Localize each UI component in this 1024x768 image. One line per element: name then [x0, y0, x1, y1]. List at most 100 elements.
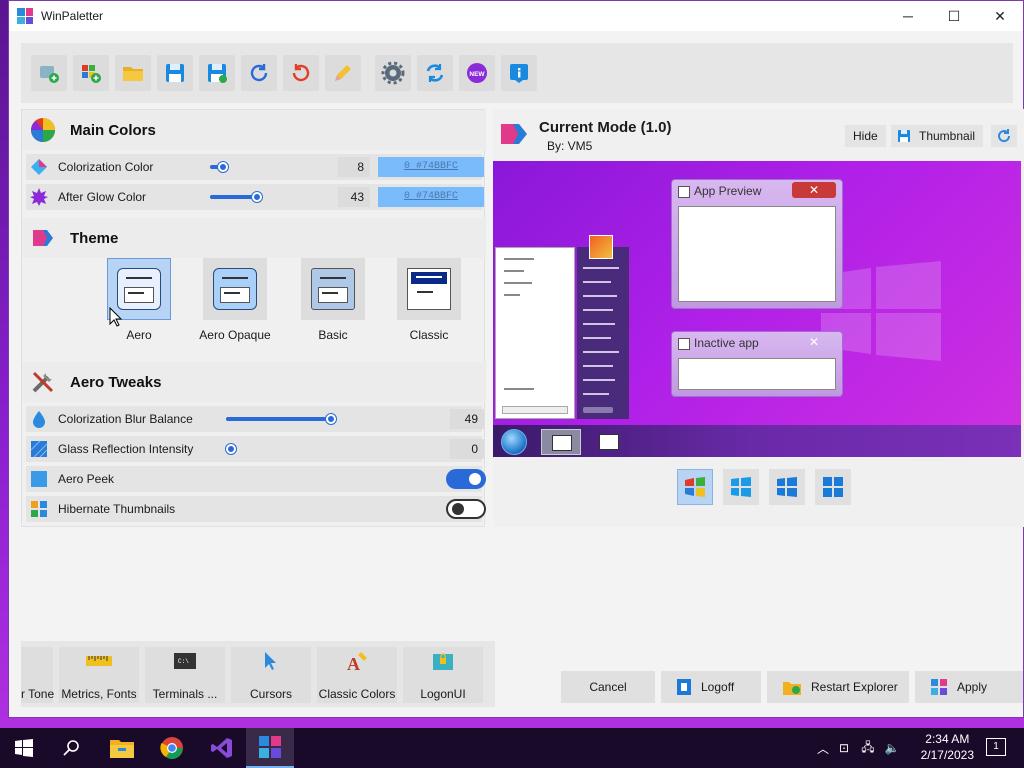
- hide-button[interactable]: Hide: [845, 125, 886, 147]
- notification-center-button[interactable]: 1: [986, 738, 1006, 756]
- after-glow-value[interactable]: 43: [338, 187, 370, 207]
- colorization-slider-knob[interactable]: [218, 162, 228, 172]
- new-from-default-button[interactable]: [73, 55, 109, 91]
- colorization-slider[interactable]: [210, 162, 228, 172]
- after-glow-slider-knob[interactable]: [252, 192, 262, 202]
- visual-studio-icon: [211, 738, 232, 758]
- clock[interactable]: 2:34 AM 2/17/2023: [921, 731, 974, 763]
- save-as-icon: [208, 64, 227, 83]
- after-glow-slider[interactable]: [210, 192, 262, 202]
- file-explorer-button[interactable]: [98, 728, 146, 768]
- save-as-button[interactable]: [199, 55, 235, 91]
- preview-start-menu-left: [495, 247, 575, 419]
- windows-10-style-button[interactable]: [769, 469, 805, 505]
- app-preview-window: App Preview ✕: [671, 179, 843, 309]
- chrome-button[interactable]: [148, 728, 196, 768]
- glass-reflection-value[interactable]: 0: [450, 439, 484, 459]
- mouse-cursor-icon: [109, 307, 123, 327]
- start-button[interactable]: [0, 728, 48, 768]
- tab-cursors-label: Cursors: [249, 687, 292, 701]
- volume-icon[interactable]: 🔈: [880, 741, 904, 755]
- theme-aero[interactable]: Aero: [94, 258, 184, 342]
- network-icon[interactable]: 🖧: [856, 738, 880, 759]
- tab-classic-colors[interactable]: A Classic Colors: [317, 647, 397, 703]
- apply-label: Apply: [957, 680, 988, 694]
- after-glow-color-picker[interactable]: 0 #74BBFC: [378, 187, 484, 207]
- whats-new-button[interactable]: NEW: [459, 55, 495, 91]
- glass-reflection-icon: [30, 440, 48, 458]
- toolbar: NEW: [21, 43, 1013, 103]
- theme-title: Theme: [70, 229, 119, 247]
- theme-preview: App Preview ✕ Inactive app ✕: [493, 161, 1021, 457]
- glass-reflection-slider-knob[interactable]: [226, 444, 236, 454]
- folder-icon: [123, 67, 143, 81]
- search-button[interactable]: [48, 728, 96, 768]
- app-preview-title: App Preview: [694, 184, 762, 198]
- tab-color-tone-label: r Tone: [21, 687, 55, 701]
- theme-basic-label: Basic: [318, 328, 348, 342]
- windows-7-style-button[interactable]: [677, 469, 713, 505]
- open-button[interactable]: [115, 55, 151, 91]
- new-from-current-button[interactable]: [31, 55, 67, 91]
- main-colors-title: Main Colors: [70, 121, 156, 139]
- thumbnail-button[interactable]: Thumbnail: [891, 125, 983, 147]
- theme-basic-thumbnail[interactable]: [301, 258, 365, 320]
- theme-classic[interactable]: Classic: [384, 258, 474, 342]
- glass-reflection-slider[interactable]: [226, 444, 236, 454]
- current-mode-title: Current Mode (1.0): [539, 119, 672, 136]
- apply-button[interactable]: Apply: [915, 671, 1023, 703]
- windows-8-style-button[interactable]: [723, 469, 759, 505]
- windows-11-style-button[interactable]: [815, 469, 851, 505]
- sync-button[interactable]: [417, 55, 453, 91]
- aero-tweaks-header: Aero Tweaks: [22, 362, 486, 402]
- windows-11-logo-icon: [823, 477, 843, 497]
- theme-header: Theme: [22, 218, 486, 258]
- theme-aero-opaque[interactable]: Aero Opaque: [190, 258, 280, 342]
- load-from-registry-button[interactable]: [241, 55, 277, 91]
- colorization-color-picker[interactable]: 0 #74BBFC: [378, 157, 484, 177]
- sync-icon: [426, 64, 444, 82]
- theme-aero-opaque-thumbnail[interactable]: [203, 258, 267, 320]
- tab-metrics-fonts[interactable]: Metrics, Fonts: [59, 647, 139, 703]
- minimize-button[interactable]: ─: [885, 1, 931, 31]
- save-button[interactable]: [157, 55, 193, 91]
- tab-terminals[interactable]: C:\ Terminals ...: [145, 647, 225, 703]
- search-icon: [63, 740, 79, 756]
- visual-studio-button[interactable]: [198, 728, 246, 768]
- tab-logonui[interactable]: LogonUI: [403, 647, 483, 703]
- aero-peek-toggle[interactable]: [446, 469, 486, 489]
- winpaletter-taskbar-icon: [259, 736, 281, 758]
- colorization-value[interactable]: 8: [338, 157, 370, 177]
- new-theme-icon: [40, 66, 59, 83]
- cancel-label: Cancel: [589, 680, 627, 694]
- windows-new-icon: [82, 65, 101, 83]
- theme-basic[interactable]: Basic: [288, 258, 378, 342]
- cancel-button[interactable]: Cancel: [561, 671, 655, 703]
- edit-info-button[interactable]: [325, 55, 361, 91]
- load-default-button[interactable]: [283, 55, 319, 91]
- blur-balance-value[interactable]: 49: [450, 409, 484, 429]
- tab-cursors[interactable]: Cursors: [231, 647, 311, 703]
- svg-text:NEW: NEW: [469, 71, 485, 78]
- blur-balance-slider-knob[interactable]: [326, 414, 336, 424]
- maximize-button[interactable]: ☐: [931, 1, 977, 31]
- chrome-icon: [160, 737, 183, 759]
- refresh-preview-button[interactable]: [991, 125, 1017, 147]
- thumbnail-label: Thumbnail: [919, 129, 976, 143]
- colorization-color-row: Colorization Color 8 0 #74BBFC: [26, 154, 484, 180]
- tray-app-icon[interactable]: ⊡: [832, 741, 856, 755]
- logoff-button[interactable]: Logoff: [661, 671, 761, 703]
- blur-balance-slider[interactable]: [226, 414, 336, 424]
- show-hidden-icons-chevron-icon[interactable]: ︿: [814, 740, 832, 757]
- winpaletter-taskbar-button[interactable]: [246, 728, 294, 768]
- tab-color-tone[interactable]: r Tone: [21, 647, 55, 703]
- about-button[interactable]: [501, 55, 537, 91]
- hibernate-thumbnails-toggle[interactable]: [446, 499, 486, 519]
- settings-button[interactable]: [375, 55, 411, 91]
- restart-explorer-button[interactable]: Restart Explorer: [767, 671, 909, 703]
- theme-classic-thumbnail[interactable]: [397, 258, 461, 320]
- title-bar: WinPaletter ─ ☐ ✕: [9, 1, 1023, 31]
- close-button[interactable]: ✕: [977, 1, 1023, 31]
- refresh-blue-icon: [250, 64, 268, 82]
- glass-reflection-row: Glass Reflection Intensity 0: [26, 436, 484, 462]
